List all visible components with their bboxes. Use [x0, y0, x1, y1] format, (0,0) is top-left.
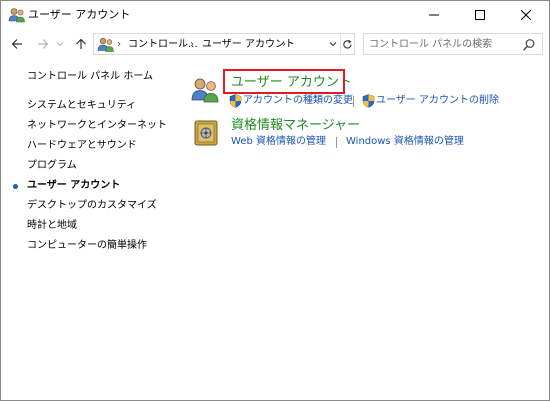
back-button[interactable]: [7, 33, 27, 55]
navigation-bar: › コントロール... › ユーザー アカウント ›: [1, 29, 549, 59]
link-separator: [353, 96, 354, 107]
manage-windows-credentials-link[interactable]: Windows 資格情報の管理: [346, 135, 464, 149]
sidebar-item-clock-region[interactable]: 時計と地域: [27, 219, 77, 233]
arrow-left-icon: [11, 39, 22, 49]
breadcrumb-separator[interactable]: ›: [117, 37, 121, 52]
sidebar-item-user-accounts[interactable]: ユーザー アカウント: [27, 179, 120, 193]
close-button[interactable]: [503, 1, 549, 29]
current-section-bullet: [13, 184, 18, 189]
remove-user-accounts-link[interactable]: ユーザー アカウントの削除: [376, 94, 499, 108]
minimize-icon: [429, 14, 439, 16]
title-bar: ユーザー アカウント: [1, 1, 549, 29]
manage-web-credentials-link[interactable]: Web 資格情報の管理: [231, 135, 326, 149]
user-accounts-icon[interactable]: [191, 77, 221, 103]
uac-shield-icon: [229, 94, 242, 108]
breadcrumb-separator[interactable]: ›: [190, 37, 194, 52]
arrow-right-icon: [38, 39, 49, 49]
address-bar[interactable]: › コントロール... › ユーザー アカウント ›: [93, 33, 355, 55]
search-icon[interactable]: [522, 38, 536, 52]
up-button[interactable]: [71, 33, 91, 55]
recent-locations-button[interactable]: [53, 33, 67, 55]
highlight-box: [223, 69, 345, 94]
sidebar-item-network-internet[interactable]: ネットワークとインターネット: [27, 119, 167, 133]
user-accounts-icon: [8, 8, 25, 23]
uac-shield-icon: [362, 94, 375, 108]
category-title-credential-manager[interactable]: 資格情報マネージャー: [231, 117, 360, 134]
sidebar-item-desktop-customization[interactable]: デスクトップのカスタマイズ: [27, 199, 157, 213]
refresh-icon: [342, 39, 352, 49]
maximize-button[interactable]: [457, 1, 503, 29]
breadcrumb-control-panel[interactable]: コントロール...: [128, 37, 198, 52]
control-panel-icon: [97, 37, 114, 52]
close-icon: [521, 10, 531, 20]
sidebar-item-ease-of-access[interactable]: コンピューターの簡単操作: [27, 239, 147, 253]
chevron-down-icon: [56, 42, 64, 47]
arrow-up-icon: [76, 38, 86, 49]
minimize-button[interactable]: [411, 1, 457, 29]
sidebar-item-control-panel-home[interactable]: コントロール パネル ホーム: [27, 70, 153, 84]
refresh-button[interactable]: [340, 34, 354, 54]
window-title: ユーザー アカウント: [28, 8, 131, 21]
control-panel-window: ユーザー アカウント › コントロール... › ユーザー アカウント › コン…: [0, 0, 550, 401]
forward-button[interactable]: [33, 33, 53, 55]
sidebar-item-programs[interactable]: プログラム: [27, 159, 77, 173]
sidebar-item-hardware-sound[interactable]: ハードウェアとサウンド: [27, 139, 137, 153]
address-dropdown-button[interactable]: [326, 34, 341, 54]
search-input[interactable]: [369, 36, 519, 52]
link-separator: [336, 137, 337, 148]
chevron-down-icon: [329, 42, 337, 47]
credential-manager-icon[interactable]: [193, 119, 219, 147]
search-box[interactable]: [363, 33, 543, 55]
breadcrumb-separator[interactable]: ›: [282, 37, 286, 52]
maximize-icon: [475, 10, 485, 20]
change-account-type-link[interactable]: アカウントの種類の変更: [243, 94, 353, 108]
sidebar-item-system-security[interactable]: システムとセキュリティ: [27, 99, 136, 113]
